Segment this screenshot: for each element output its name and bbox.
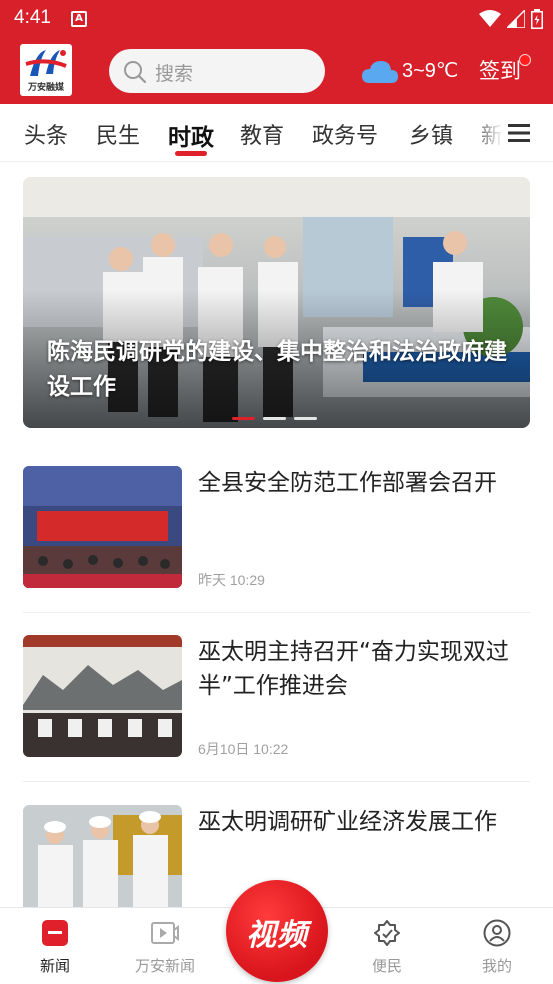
logo-mark xyxy=(25,50,67,76)
carousel-indicators xyxy=(232,417,317,420)
banner-carousel[interactable]: 陈海民调研党的建设、集中整治和法治政府建设工作 xyxy=(23,177,530,428)
news-time: 6月10日 10:22 xyxy=(198,741,289,757)
tab-headlines[interactable]: 头条 xyxy=(24,118,68,150)
news-title: 巫太明主持召开“奋力实现双过半”工作推进会 xyxy=(198,639,509,699)
signin-badge xyxy=(519,54,531,66)
status-bar: 4:41 A xyxy=(0,0,553,38)
video-button[interactable]: 视频 xyxy=(226,880,328,982)
app-header: 万安融媒 搜索 3~9℃ 签到 xyxy=(0,38,553,104)
news-title: 全县安全防范工作部署会召开 xyxy=(198,470,497,496)
list-divider xyxy=(23,612,530,613)
tab-government-accounts[interactable]: 政务号 xyxy=(312,118,378,150)
nav-label: 我的 xyxy=(481,957,512,975)
tab-townships[interactable]: 乡镇 xyxy=(409,118,453,150)
menu-icon[interactable] xyxy=(508,123,530,143)
news-time: 昨天 10:29 xyxy=(198,572,265,588)
video-button-label: 视频 xyxy=(246,918,308,953)
news-title: 巫太明调研矿业经济发展工作 xyxy=(198,809,497,835)
list-divider xyxy=(23,781,530,782)
app-logo[interactable]: 万安融媒 xyxy=(20,44,72,96)
banner-title: 陈海民调研党的建设、集中整治和法治政府建设工作 xyxy=(47,339,507,400)
status-time: 4:41 xyxy=(14,7,51,28)
search-bar[interactable]: 搜索 xyxy=(109,49,325,93)
nav-convenience[interactable]: 便民 xyxy=(342,908,432,984)
news-icon xyxy=(42,920,68,946)
wifi-icon xyxy=(479,10,501,27)
logo-text: 万安融媒 xyxy=(27,83,64,93)
news-thumbnail xyxy=(23,466,182,588)
signin-button[interactable]: 签到 xyxy=(479,55,521,85)
notification-icon: A xyxy=(71,11,87,27)
search-placeholder: 搜索 xyxy=(155,63,194,85)
service-badge-icon xyxy=(374,920,400,946)
nav-label: 新闻 xyxy=(39,957,70,975)
tab-education[interactable]: 教育 xyxy=(240,118,284,150)
nav-label: 万安新闻 xyxy=(134,957,195,975)
news-item[interactable]: 巫太明主持召开“奋力实现双过半”工作推进会 6月10日 10:22 xyxy=(23,635,530,759)
search-icon xyxy=(124,61,147,84)
channel-tabs: 头条 民生 时政 教育 政务号 乡镇 新 xyxy=(0,104,553,162)
nav-news[interactable]: 新闻 xyxy=(10,908,100,984)
carousel-dot xyxy=(294,417,317,420)
news-item[interactable]: 全县安全防范工作部署会召开 昨天 10:29 xyxy=(23,466,530,590)
tab-politics[interactable]: 时政 xyxy=(168,118,214,152)
carousel-dot xyxy=(232,417,255,420)
nav-wanan-news[interactable]: 万安新闻 xyxy=(120,908,210,984)
nav-label: 便民 xyxy=(371,957,402,975)
cloud-icon xyxy=(362,61,398,83)
temperature: 3~9℃ xyxy=(402,60,459,82)
video-play-icon xyxy=(151,922,179,944)
news-thumbnail xyxy=(23,635,182,757)
active-tab-indicator xyxy=(175,151,207,156)
tab-livelihood[interactable]: 民生 xyxy=(96,118,140,150)
carousel-dot xyxy=(263,417,286,420)
signal-icon xyxy=(507,10,525,28)
battery-icon xyxy=(531,9,543,29)
nav-mine[interactable]: 我的 xyxy=(452,908,542,984)
profile-icon xyxy=(483,919,511,947)
system-icons xyxy=(479,7,543,31)
